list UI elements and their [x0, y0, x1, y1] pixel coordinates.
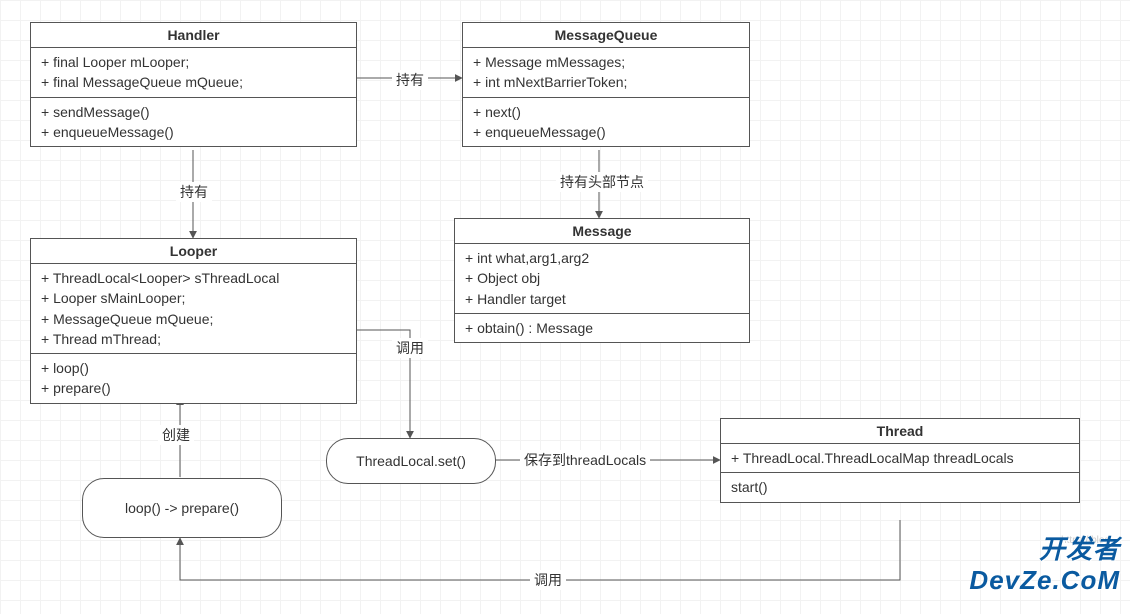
edge-label-lp-looper: 创建	[158, 425, 194, 445]
field: + ThreadLocal<Looper> sThreadLocal	[41, 268, 346, 288]
watermark-en: DevZe.CoM	[969, 565, 1120, 596]
field: + Looper sMainLooper;	[41, 288, 346, 308]
class-methods: start()	[721, 473, 1079, 501]
field: + final MessageQueue mQueue;	[41, 72, 346, 92]
field: + MessageQueue mQueue;	[41, 309, 346, 329]
edge-label-thread-lp: 调用	[530, 570, 566, 590]
field: + int mNextBarrierToken;	[473, 72, 739, 92]
class-methods: + obtain() : Message	[455, 314, 749, 342]
class-handler: Handler + final Looper mLooper; + final …	[30, 22, 357, 147]
class-message: Message + int what,arg1,arg2 + Object ob…	[454, 218, 750, 343]
edge-label-tls-thread: 保存到threadLocals	[520, 450, 650, 470]
class-fields: + final Looper mLooper; + final MessageQ…	[31, 48, 356, 98]
node-threadlocal-set: ThreadLocal.set()	[326, 438, 496, 484]
method: + loop()	[41, 358, 346, 378]
class-looper: Looper + ThreadLocal<Looper> sThreadLoca…	[30, 238, 357, 404]
class-title: Thread	[721, 419, 1079, 444]
field: + ThreadLocal.ThreadLocalMap threadLocal…	[731, 448, 1069, 468]
field: + final Looper mLooper;	[41, 52, 346, 72]
field: + Object obj	[465, 268, 739, 288]
class-title: Message	[455, 219, 749, 244]
method: + prepare()	[41, 378, 346, 398]
field: + Message mMessages;	[473, 52, 739, 72]
class-title: Looper	[31, 239, 356, 264]
field: + Handler target	[465, 289, 739, 309]
edge-label-mq-message: 持有头部节点	[556, 172, 648, 192]
class-methods: + sendMessage() + enqueueMessage()	[31, 98, 356, 147]
field: + Thread mThread;	[41, 329, 346, 349]
method: + enqueueMessage()	[41, 122, 346, 142]
method: + next()	[473, 102, 739, 122]
class-fields: + ThreadLocal<Looper> sThreadLocal + Loo…	[31, 264, 356, 354]
method: + enqueueMessage()	[473, 122, 739, 142]
class-fields: + ThreadLocal.ThreadLocalMap threadLocal…	[721, 444, 1079, 473]
watermark-cn: 开发者	[1039, 529, 1120, 566]
method: + obtain() : Message	[465, 318, 739, 338]
class-message-queue: MessageQueue + Message mMessages; + int …	[462, 22, 750, 147]
edge-label-handler-looper: 持有	[176, 182, 212, 202]
field: + int what,arg1,arg2	[465, 248, 739, 268]
class-fields: + Message mMessages; + int mNextBarrierT…	[463, 48, 749, 98]
edge-label-looper-tls: 调用	[392, 338, 428, 358]
class-methods: + loop() + prepare()	[31, 354, 356, 403]
class-thread: Thread + ThreadLocal.ThreadLocalMap thre…	[720, 418, 1080, 503]
class-fields: + int what,arg1,arg2 + Object obj + Hand…	[455, 244, 749, 314]
node-loop-prepare: loop() -> prepare()	[82, 478, 282, 538]
class-title: MessageQueue	[463, 23, 749, 48]
class-title: Handler	[31, 23, 356, 48]
method: start()	[731, 477, 1069, 497]
node-label: loop() -> prepare()	[125, 500, 239, 516]
node-label: ThreadLocal.set()	[356, 453, 466, 469]
class-methods: + next() + enqueueMessage()	[463, 98, 749, 147]
method: + sendMessage()	[41, 102, 346, 122]
edge-label-handler-mq: 持有	[392, 70, 428, 90]
